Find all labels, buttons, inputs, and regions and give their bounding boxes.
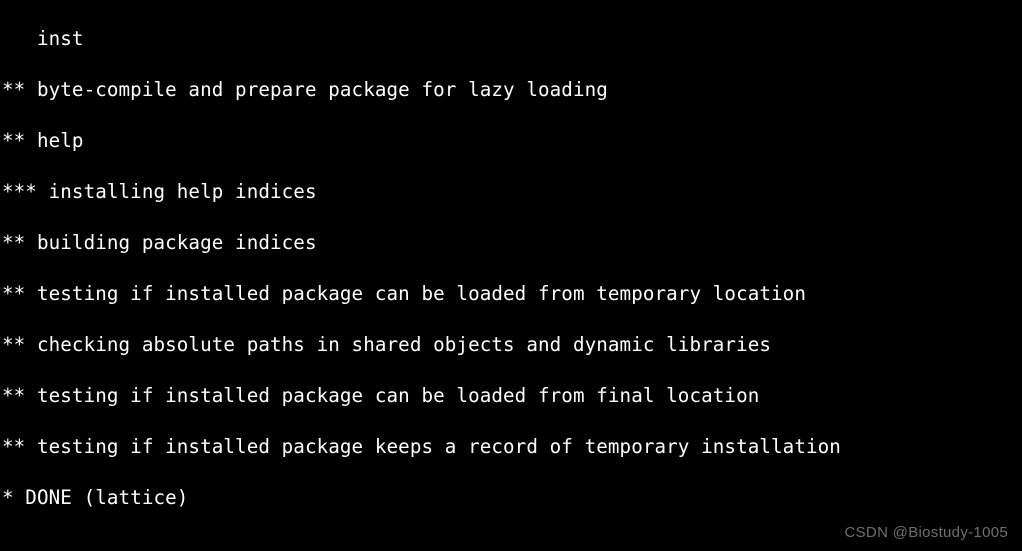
terminal-line: ** testing if installed package keeps a … [2, 434, 1022, 460]
terminal-line: inst [2, 26, 1022, 52]
terminal-line: ** byte-compile and prepare package for … [2, 77, 1022, 103]
watermark-text: CSDN @Biostudy-1005 [845, 524, 1009, 541]
terminal-output[interactable]: inst ** byte-compile and prepare package… [0, 0, 1022, 551]
terminal-line: ** testing if installed package can be l… [2, 281, 1022, 307]
terminal-line: ** testing if installed package can be l… [2, 383, 1022, 409]
terminal-line: ** building package indices [2, 230, 1022, 256]
terminal-line: *** installing help indices [2, 179, 1022, 205]
terminal-line: * DONE (lattice) [2, 485, 1022, 511]
terminal-line: ** help [2, 128, 1022, 154]
terminal-line: ** checking absolute paths in shared obj… [2, 332, 1022, 358]
